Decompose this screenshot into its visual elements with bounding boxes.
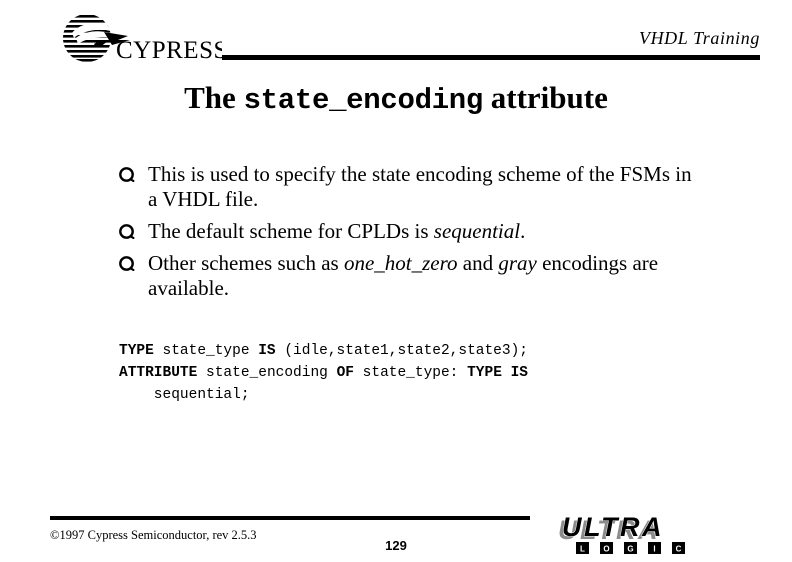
course-title: VHDL Training bbox=[638, 28, 760, 48]
code-line: TYPE state_type IS (idle,state1,state2,s… bbox=[119, 340, 719, 362]
svg-text:C: C bbox=[676, 545, 682, 554]
code-text: state_type bbox=[153, 343, 259, 359]
code-sample: TYPE state_type IS (idle,state1,state2,s… bbox=[119, 340, 719, 406]
svg-text:G: G bbox=[627, 545, 633, 554]
code-keyword: OF bbox=[336, 365, 354, 381]
plain-text: and bbox=[457, 251, 499, 275]
page-title: The state_encoding attribute bbox=[0, 80, 792, 117]
code-keyword: TYPE bbox=[119, 343, 154, 359]
list-item-text: This is used to specify the state encodi… bbox=[148, 162, 698, 212]
plain-text: This is used to specify the state encodi… bbox=[148, 162, 692, 211]
code-keyword: TYPE IS bbox=[467, 365, 529, 381]
page-title-suffix: attribute bbox=[483, 80, 608, 115]
list-item-text: Other schemes such as one_hot_zero and g… bbox=[148, 251, 698, 301]
code-text: state_encoding bbox=[197, 365, 337, 381]
page-title-prefix: The bbox=[184, 80, 244, 115]
code-text: state_type: bbox=[353, 365, 468, 381]
page-title-code: state_encoding bbox=[243, 84, 484, 117]
plain-text: Other schemes such as bbox=[148, 251, 344, 275]
emphasis-text: sequential bbox=[433, 219, 521, 243]
ultralogic-logo: ULTRA ULTRA L O G I C bbox=[556, 512, 714, 556]
svg-text:ULTRA: ULTRA bbox=[562, 512, 664, 542]
footer-divider bbox=[50, 516, 530, 520]
list-item-text: The default scheme for CPLDs is sequenti… bbox=[148, 219, 698, 244]
circle-bullet-icon bbox=[118, 162, 148, 183]
svg-text:O: O bbox=[603, 545, 609, 554]
code-keyword: IS bbox=[258, 343, 276, 359]
code-line: sequential; bbox=[119, 384, 719, 406]
header-divider bbox=[222, 55, 760, 60]
svg-text:L: L bbox=[580, 545, 585, 554]
svg-text:I: I bbox=[653, 545, 655, 554]
list-item: This is used to specify the state encodi… bbox=[118, 162, 698, 212]
emphasis-text: gray bbox=[498, 251, 537, 275]
code-keyword: ATTRIBUTE bbox=[119, 365, 198, 381]
code-text: sequential; bbox=[119, 387, 250, 403]
plain-text: The default scheme for CPLDs is bbox=[148, 219, 434, 243]
cypress-bird-logo: CYPRESS bbox=[50, 14, 222, 66]
bullet-list: This is used to specify the state encodi… bbox=[118, 162, 698, 308]
circle-bullet-icon bbox=[118, 251, 148, 272]
svg-text:CYPRESS: CYPRESS bbox=[116, 37, 222, 64]
circle-bullet-icon bbox=[118, 219, 148, 240]
code-line: ATTRIBUTE state_encoding OF state_type: … bbox=[119, 362, 719, 384]
emphasis-text: one_hot_zero bbox=[343, 251, 458, 275]
slide-header: CYPRESS VHDL Training bbox=[0, 0, 792, 72]
list-item: The default scheme for CPLDs is sequenti… bbox=[118, 219, 698, 244]
plain-text: . bbox=[520, 219, 526, 243]
list-item: Other schemes such as one_hot_zero and g… bbox=[118, 251, 698, 301]
code-text: (idle,state1,state2,state3); bbox=[275, 343, 528, 359]
